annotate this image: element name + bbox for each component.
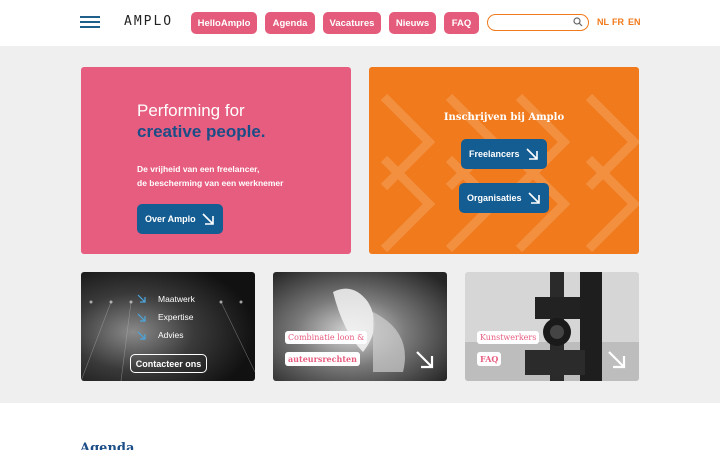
list-item: Advies xyxy=(158,330,184,340)
arrow-down-right-icon xyxy=(526,148,538,160)
freelancers-button[interactable]: Freelancers xyxy=(461,139,547,169)
arrow-down-right-icon xyxy=(416,351,434,369)
arrow-down-right-icon xyxy=(202,213,214,225)
tile-label: auteursrechten xyxy=(285,352,360,366)
arrow-down-right-icon xyxy=(137,313,146,322)
arrow-down-right-icon xyxy=(137,294,146,303)
hero-subtitle-line1: De vrijheid van een freelancer, xyxy=(137,164,260,174)
organisaties-label: Organisaties xyxy=(467,193,522,203)
list-item: Maatwerk xyxy=(158,294,195,304)
arrow-down-right-icon xyxy=(608,351,626,369)
freelancers-label: Freelancers xyxy=(469,149,520,159)
logo[interactable]: AMPLO xyxy=(124,14,173,29)
over-amplo-button[interactable]: Over Amplo xyxy=(137,204,223,234)
arrow-down-right-icon xyxy=(528,192,540,204)
agenda-heading: Agenda xyxy=(80,441,135,450)
hero-title-line2: creative people. xyxy=(137,122,266,141)
hero-subtitle-line2: de bescherming van een werknemer xyxy=(137,178,284,188)
search-box xyxy=(487,14,589,31)
signup-title: Inschrijven bij Amplo xyxy=(443,112,565,123)
over-amplo-label: Over Amplo xyxy=(145,214,196,224)
organisaties-button[interactable]: Organisaties xyxy=(459,183,549,213)
tile-label: Kunstwerkers xyxy=(477,331,540,344)
lang-en[interactable]: EN xyxy=(628,17,641,27)
nav-vacatures[interactable]: Vacatures xyxy=(323,12,381,34)
site-header: AMPLO HelloAmplo Agenda Vacatures Nieuws… xyxy=(0,0,720,46)
lang-nl[interactable]: NL xyxy=(597,17,609,27)
hero-card-signup: Inschrijven bij Amplo Freelancers Organi… xyxy=(369,67,639,254)
tile-kunstwerkers[interactable]: Kunstwerkers FAQ xyxy=(465,272,639,381)
search-input[interactable] xyxy=(494,17,570,28)
list-item: Expertise xyxy=(158,312,194,322)
nav-faq[interactable]: FAQ xyxy=(444,12,479,34)
arrow-down-right-icon xyxy=(137,331,146,340)
nav-agenda[interactable]: Agenda xyxy=(265,12,315,34)
tile-combinatie[interactable]: Combinatie loon & auteursrechten xyxy=(273,272,447,381)
tile-label: FAQ xyxy=(477,352,502,366)
lang-fr[interactable]: FR xyxy=(612,17,624,27)
tile-label: Combinatie loon & xyxy=(285,331,368,344)
hero-title-line1: Performing for xyxy=(137,101,245,120)
menu-icon[interactable] xyxy=(80,16,100,28)
tile-contact[interactable]: Maatwerk Expertise Advies Contacteer ons xyxy=(81,272,255,381)
contact-button[interactable]: Contacteer ons xyxy=(130,354,207,373)
hero-card-intro: Performing for creative people. De vrijh… xyxy=(81,67,351,254)
nav-nieuws[interactable]: Nieuws xyxy=(389,12,436,34)
nav-helloamplo[interactable]: HelloAmplo xyxy=(191,12,257,34)
search-icon[interactable] xyxy=(573,17,583,27)
